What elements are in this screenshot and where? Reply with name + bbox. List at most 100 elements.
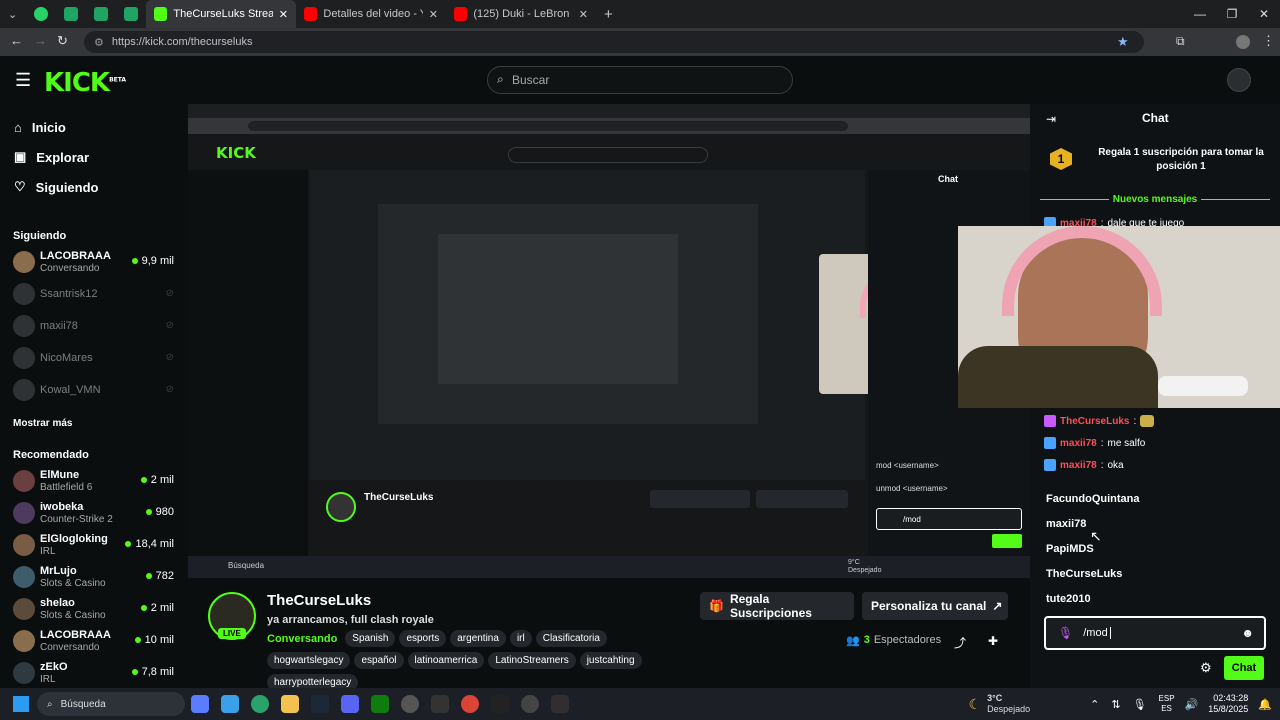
tab-youtube-studio[interactable]: Detalles del video - YouTube St ✕ — [296, 0, 446, 28]
following-channel[interactable]: LACOBRAAA Conversando 9,9 mil — [0, 246, 188, 278]
tag[interactable]: justcahting — [579, 652, 642, 669]
following-channel[interactable]: Ssantrisk12 ⊘ — [0, 278, 188, 310]
volume-icon[interactable]: 🔊 — [1185, 698, 1199, 711]
customize-channel-button[interactable]: Personaliza tu canal ↗ — [862, 592, 1008, 620]
recommended-channel[interactable]: zEkO IRL 7,8 mil — [0, 657, 188, 689]
chrome-icon[interactable] — [461, 695, 479, 713]
recommended-channel[interactable]: shelao Slots & Casino 2 mil — [0, 593, 188, 625]
chat-input[interactable]: 🎙 /mod ☻ — [1044, 616, 1266, 650]
gift-message[interactable]: Regala 1 suscripción para tomar la posic… — [1086, 146, 1276, 174]
mention-item[interactable]: TheCurseLuks — [1030, 561, 1280, 586]
bookmark-star-icon[interactable]: ★ — [1117, 34, 1129, 50]
gift-subs-button[interactable]: 🎁 Regala Suscripciones — [700, 592, 854, 620]
tag[interactable]: argentina — [450, 630, 506, 647]
copilot-icon[interactable] — [191, 695, 209, 713]
tab-whatsapp[interactable] — [26, 0, 56, 28]
following-channel[interactable]: NicoMares ⊘ — [0, 342, 188, 374]
profile-avatar[interactable] — [1236, 35, 1250, 49]
chat-username[interactable]: maxii78 — [1060, 438, 1097, 449]
hamburger-menu-icon[interactable]: ☰ — [15, 70, 31, 91]
user-avatar[interactable] — [1227, 68, 1251, 92]
minimize-button[interactable]: — — [1184, 7, 1216, 21]
clock[interactable]: 02:43:28 15/8/2025 — [1208, 693, 1248, 715]
nav-siguiendo[interactable]: ♡ Siguiendo — [0, 172, 188, 202]
emoji-icon[interactable]: ☻ — [1241, 626, 1254, 640]
app-icon[interactable] — [401, 695, 419, 713]
mention-item[interactable]: maxii78 — [1030, 511, 1280, 536]
back-icon[interactable]: ← — [10, 33, 23, 48]
tag[interactable]: latinoamerrica — [407, 652, 485, 669]
weather-widget[interactable]: 3°C Despejado — [987, 693, 1030, 715]
tab-sheets-1[interactable] — [56, 0, 86, 28]
microphone-icon[interactable]: 🎙 — [1058, 626, 1073, 640]
capcut-icon[interactable] — [491, 695, 509, 713]
search-input[interactable]: ⌕ Buscar — [487, 66, 793, 94]
recommended-channel[interactable]: ElMune Battlefield 6 2 mil — [0, 465, 188, 497]
microphone-icon[interactable]: 🎙 — [1133, 698, 1147, 711]
discord-icon[interactable] — [341, 695, 359, 713]
file-explorer-icon[interactable] — [281, 695, 299, 713]
new-tab-button[interactable]: + — [596, 0, 621, 28]
streamer-name[interactable]: TheCurseLuks — [267, 592, 371, 609]
chat-username[interactable]: maxii78 — [1060, 460, 1097, 471]
recommended-channel[interactable]: LACOBRAAA Conversando 10 mil — [0, 625, 188, 657]
new-messages-banner[interactable]: Nuevos mensajes — [1030, 192, 1280, 206]
close-icon[interactable]: ✕ — [279, 8, 288, 21]
app-icon[interactable] — [521, 695, 539, 713]
close-icon[interactable]: ✕ — [579, 8, 588, 21]
category-link[interactable]: Conversando — [267, 633, 337, 645]
add-friend-icon[interactable]: ✚ — [988, 634, 998, 648]
mention-item[interactable]: tute2010 — [1030, 586, 1280, 611]
steam-icon[interactable] — [311, 695, 329, 713]
forward-icon[interactable]: → — [34, 33, 47, 48]
windows-start-icon[interactable] — [13, 696, 29, 712]
tab-kick[interactable]: TheCurseLuks Stream - Watch ✕ — [146, 0, 296, 28]
notifications-icon[interactable]: 🔔 — [1258, 698, 1272, 711]
tab-youtube-duki[interactable]: (125) Duki - LeBron (Prod. Roja ✕ — [446, 0, 596, 28]
language-indicator[interactable]: ESP ES — [1159, 694, 1175, 714]
app-icon[interactable] — [221, 695, 239, 713]
recommended-channel[interactable]: MrLujo Slots & Casino 782 — [0, 561, 188, 593]
close-icon[interactable]: ✕ — [429, 8, 438, 21]
following-channel[interactable]: maxii78 ⊘ — [0, 310, 188, 342]
nav-inicio[interactable]: ⌂ Inicio — [0, 112, 188, 142]
window-close-button[interactable]: ✕ — [1248, 7, 1280, 21]
tag[interactable]: hogwartslegacy — [267, 652, 351, 669]
extensions-icon[interactable]: ⧉ — [1176, 34, 1185, 49]
tag[interactable]: Clasificatoria — [535, 630, 607, 647]
recommended-channel[interactable]: ElGlogloking IRL 18,4 mil — [0, 529, 188, 561]
tag[interactable]: Spanish — [345, 630, 396, 647]
collapse-chat-icon[interactable]: ⇥ — [1046, 112, 1056, 126]
tab-sheets-2[interactable] — [86, 0, 116, 28]
restore-button[interactable]: ❐ — [1216, 7, 1248, 21]
xbox-icon[interactable] — [371, 695, 389, 713]
app-icon[interactable] — [251, 695, 269, 713]
tag[interactable]: irl — [509, 630, 532, 647]
following-channel[interactable]: Kowal_VMN ⊘ — [0, 374, 188, 406]
mention-item[interactable]: FacundoQuintana — [1030, 486, 1280, 511]
browser-menu-icon[interactable]: ⋮ — [1262, 33, 1275, 49]
chat-username[interactable]: TheCurseLuks — [1060, 416, 1129, 427]
tab-menu-button[interactable]: ⌄ — [0, 0, 26, 28]
tag[interactable]: LatinoStreamers — [488, 652, 576, 669]
mention-item[interactable]: PapiMDS — [1030, 536, 1280, 561]
obs-icon[interactable] — [551, 695, 569, 713]
nav-explorar[interactable]: ▣ Explorar — [0, 142, 188, 172]
recommended-channel[interactable]: iwobeka Counter-Strike 2 980 — [0, 497, 188, 529]
taskbar-search[interactable]: ⌕ Búsqueda — [37, 692, 185, 716]
network-icon[interactable]: ⇅ — [1111, 698, 1120, 711]
settings-gear-icon[interactable]: ⚙ — [1200, 660, 1212, 676]
reload-icon[interactable]: ↻ — [57, 33, 68, 49]
tag[interactable]: esports — [399, 630, 447, 647]
share-icon[interactable]: ⤴ — [954, 634, 966, 651]
chevron-up-icon[interactable]: ⌃ — [1090, 698, 1099, 711]
send-chat-button[interactable]: Chat — [1224, 656, 1264, 680]
epic-games-icon[interactable] — [431, 695, 449, 713]
tag[interactable]: español — [354, 652, 404, 669]
kick-logo[interactable]: KICKBETA — [44, 68, 126, 98]
site-info-icon[interactable]: ⚙ — [94, 36, 104, 49]
url-field[interactable]: ⚙ https://kick.com/thecurseluks — [84, 31, 1144, 53]
tab-sheets-3[interactable] — [116, 0, 146, 28]
show-more-link[interactable]: Mostrar más — [0, 418, 188, 429]
video-player[interactable]: KICK Chat mod <username> unmod <username… — [188, 104, 1030, 578]
